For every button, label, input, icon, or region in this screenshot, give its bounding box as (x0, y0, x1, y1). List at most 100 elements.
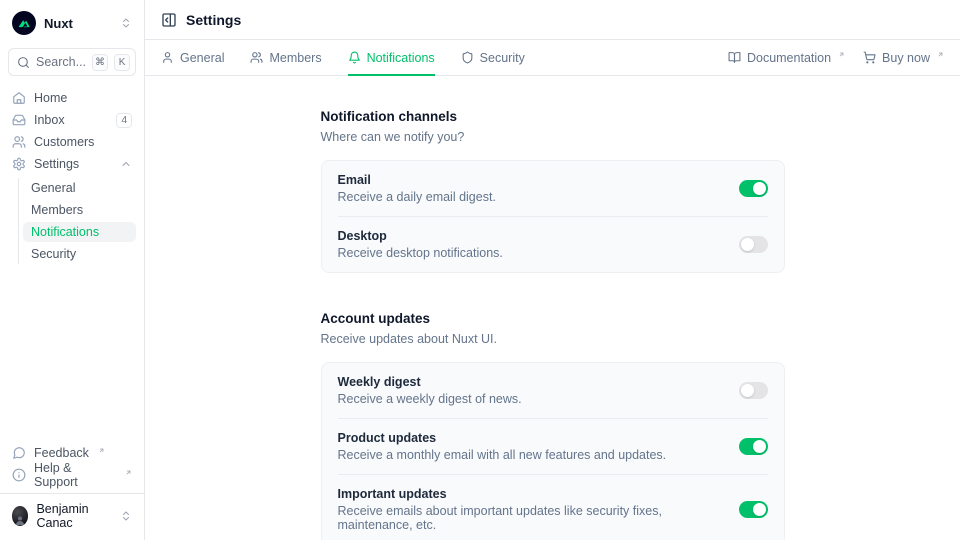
section-title: Account updates (321, 311, 785, 326)
sidebar-item-inbox[interactable]: Inbox 4 (8, 110, 136, 130)
external-link-icon (838, 51, 845, 58)
external-link-icon (937, 51, 944, 58)
team-switcher[interactable]: Nuxt (8, 10, 136, 36)
setting-description: Receive emails about important updates l… (338, 504, 723, 532)
home-icon (12, 91, 26, 105)
tab-label: General (180, 51, 224, 65)
sidebar-item-label: Home (34, 91, 67, 105)
settings-card: Email Receive a daily email digest. Desk… (321, 160, 785, 273)
shield-icon (461, 51, 474, 64)
sidebar-item-security[interactable]: Security (23, 244, 136, 264)
tabs: General Members Notifications (161, 40, 525, 75)
user-name: Benjamin Canac (36, 502, 112, 530)
tab-security[interactable]: Security (461, 40, 525, 75)
setting-label: Weekly digest (338, 375, 723, 389)
sidebar-item-settings[interactable]: Settings (8, 154, 136, 174)
feedback-link[interactable]: Feedback (8, 443, 136, 463)
bell-icon (348, 51, 361, 64)
sidebar-item-label: Security (31, 247, 76, 261)
tab-members[interactable]: Members (250, 40, 321, 75)
kbd-meta: ⌘ (92, 54, 108, 71)
section-description: Where can we notify you? (321, 130, 785, 144)
section-title: Notification channels (321, 109, 785, 124)
product-updates-toggle[interactable] (739, 438, 768, 455)
chevron-up-icon (120, 158, 132, 170)
search-input[interactable]: Search... ⌘ K (8, 48, 136, 76)
gear-icon (12, 157, 26, 171)
settings-tabbar: General Members Notifications (145, 40, 960, 76)
chevrons-up-down-icon (120, 17, 132, 29)
external-link-icon (125, 469, 132, 476)
tab-label: Notifications (367, 51, 435, 65)
desktop-toggle[interactable] (739, 236, 768, 253)
section-description: Receive updates about Nuxt UI. (321, 332, 785, 346)
sidebar: Nuxt Search... ⌘ K Home (0, 0, 145, 540)
sidebar-item-members[interactable]: Members (23, 200, 136, 220)
sidebar-item-label: Settings (34, 157, 79, 171)
chat-bubble-icon (12, 446, 26, 460)
users-icon (12, 135, 26, 149)
setting-text: Product updates Receive a monthly email … (338, 431, 723, 462)
setting-text: Email Receive a daily email digest. (338, 173, 723, 204)
search-icon (17, 56, 30, 69)
sidebar-item-label: General (31, 181, 75, 195)
chevrons-up-down-icon (120, 510, 132, 522)
weekly-digest-toggle[interactable] (739, 382, 768, 399)
setting-row-weekly-digest: Weekly digest Receive a weekly digest of… (338, 363, 768, 418)
setting-text: Weekly digest Receive a weekly digest of… (338, 375, 723, 406)
action-label: Documentation (747, 51, 831, 65)
external-link-icon (98, 447, 105, 454)
nuxt-logo-icon (12, 11, 36, 35)
settings-subnav: General Members Notifications Security (18, 178, 136, 264)
sidebar-item-label: Help & Support (34, 461, 116, 489)
documentation-link[interactable]: Documentation (728, 51, 845, 65)
section-account-updates: Account updates Receive updates about Nu… (321, 311, 785, 540)
setting-row-product-updates: Product updates Receive a monthly email … (338, 418, 768, 474)
users-icon (250, 51, 263, 64)
sidebar-item-label: Customers (34, 135, 94, 149)
book-open-icon (728, 51, 741, 64)
setting-label: Important updates (338, 487, 723, 501)
setting-description: Receive desktop notifications. (338, 246, 723, 260)
user-icon (161, 51, 174, 64)
kbd-k: K (114, 54, 130, 71)
sidebar-item-notifications[interactable]: Notifications (23, 222, 136, 242)
sidebar-nav: Home Inbox 4 Customers Settings (8, 88, 136, 264)
setting-row-important-updates: Important updates Receive emails about i… (338, 474, 768, 540)
sidebar-item-label: Feedback (34, 446, 89, 460)
sidebar-item-home[interactable]: Home (8, 88, 136, 108)
email-toggle[interactable] (739, 180, 768, 197)
setting-row-desktop: Desktop Receive desktop notifications. (338, 216, 768, 272)
inbox-icon (12, 113, 26, 127)
important-updates-toggle[interactable] (739, 501, 768, 518)
main-panel: Settings General Members (145, 0, 960, 540)
sidebar-item-general[interactable]: General (23, 178, 136, 198)
action-label: Buy now (882, 51, 930, 65)
help-support-link[interactable]: Help & Support (8, 465, 136, 485)
tab-label: Members (269, 51, 321, 65)
setting-description: Receive a monthly email with all new fea… (338, 448, 723, 462)
setting-label: Email (338, 173, 723, 187)
setting-text: Important updates Receive emails about i… (338, 487, 723, 532)
cart-icon (863, 51, 876, 64)
section-notification-channels: Notification channels Where can we notif… (321, 109, 785, 273)
user-avatar (12, 506, 28, 526)
settings-content: Notification channels Where can we notif… (145, 76, 960, 540)
page-title: Settings (186, 12, 241, 28)
sidebar-item-label: Inbox (34, 113, 65, 127)
sidebar-item-label: Notifications (31, 225, 99, 239)
sidebar-item-customers[interactable]: Customers (8, 132, 136, 152)
user-menu[interactable]: Benjamin Canac (8, 494, 136, 534)
setting-text: Desktop Receive desktop notifications. (338, 229, 723, 260)
tab-notifications[interactable]: Notifications (348, 40, 435, 75)
inbox-count-badge: 4 (116, 113, 132, 128)
setting-description: Receive a weekly digest of news. (338, 392, 723, 406)
sidebar-footer: Feedback Help & Support (8, 443, 136, 485)
page-header: Settings (145, 0, 960, 40)
buy-now-link[interactable]: Buy now (863, 51, 944, 65)
setting-label: Desktop (338, 229, 723, 243)
info-circle-icon (12, 468, 26, 482)
settings-card: Weekly digest Receive a weekly digest of… (321, 362, 785, 540)
tab-general[interactable]: General (161, 40, 224, 75)
panel-left-close-icon[interactable] (161, 12, 177, 28)
